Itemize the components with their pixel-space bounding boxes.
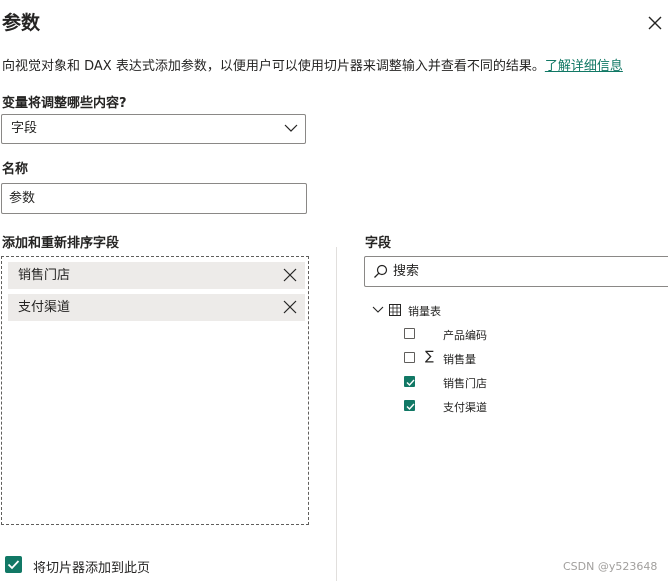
checkbox-product-code[interactable] <box>404 328 415 339</box>
add-slicer-checkbox[interactable] <box>5 556 22 573</box>
field-search-input[interactable]: 搜索 <box>364 256 668 287</box>
dialog-title: 参数 <box>2 12 41 34</box>
close-icon[interactable] <box>646 14 664 32</box>
field-label-product-code: 产品编码 <box>443 329 487 342</box>
description-text: 向视觉对象和 DAX 表达式添加参数，以便用户可以使用切片器来调整输入并查看不同… <box>2 59 545 74</box>
sigma-icon: ∑ <box>425 349 434 364</box>
checkbox-sales-store[interactable] <box>404 376 415 387</box>
add-slicer-label[interactable]: 将切片器添加到此页 <box>33 557 150 576</box>
remove-icon[interactable] <box>283 300 297 314</box>
watermark: CSDN @y523648 <box>563 560 658 573</box>
chevron-down-icon[interactable] <box>372 305 384 314</box>
variable-label: 变量将调整哪些内容? <box>2 96 127 111</box>
checkmark-icon <box>406 403 415 411</box>
table-icon <box>389 304 401 316</box>
field-label-sales-store: 销售门店 <box>443 377 487 390</box>
field-chip-sales-store[interactable]: 销售门店 <box>8 262 305 289</box>
learn-more-link[interactable]: 了解详细信息 <box>545 59 623 74</box>
field-chip-payment-channel[interactable]: 支付渠道 <box>8 294 305 321</box>
chevron-down-icon <box>284 124 298 132</box>
search-icon <box>374 264 388 278</box>
chip-label: 支付渠道 <box>18 300 71 315</box>
fields-label: 字段 <box>365 236 392 251</box>
field-label-payment-channel: 支付渠道 <box>443 401 487 414</box>
name-input[interactable]: 参数 <box>1 183 307 214</box>
name-label: 名称 <box>2 162 29 177</box>
panel-divider <box>336 247 337 581</box>
remove-icon[interactable] <box>283 268 297 282</box>
field-dropzone[interactable]: 销售门店 支付渠道 <box>1 256 309 525</box>
variable-selected-value: 字段 <box>11 121 38 136</box>
variable-dropdown[interactable]: 字段 <box>1 114 306 144</box>
field-label-sales-volume: 销售量 <box>443 353 476 366</box>
checkbox-sales-volume[interactable] <box>404 352 415 363</box>
reorder-label: 添加和重新排序字段 <box>2 236 120 251</box>
search-placeholder: 搜索 <box>393 264 420 279</box>
checkmark-icon <box>406 379 415 387</box>
dialog-description: 向视觉对象和 DAX 表达式添加参数，以便用户可以使用切片器来调整输入并查看不同… <box>2 55 623 74</box>
chip-label: 销售门店 <box>18 268 71 283</box>
checkmark-icon <box>7 560 20 570</box>
checkbox-payment-channel[interactable] <box>404 400 415 411</box>
table-name[interactable]: 销量表 <box>408 303 441 319</box>
